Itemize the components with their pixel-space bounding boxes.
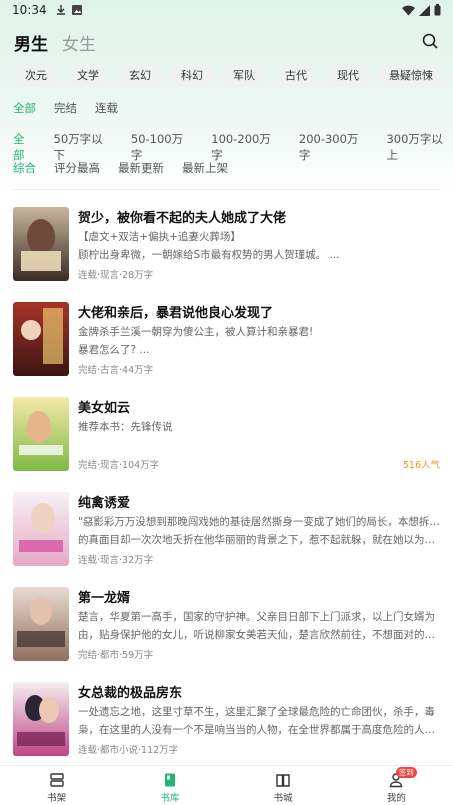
filter-status-all[interactable]: 全部 <box>13 100 36 116</box>
category-chip[interactable]: 玄幻 <box>117 63 163 87</box>
book-desc-line: 顾柠出身卑微，一朝嫁给S市最有权势的男人贺瑾城。 ... <box>78 249 340 261</box>
book-title: 第一龙婿 <box>78 591 131 606</box>
book-meta: 完结·古言·44万字 <box>78 365 154 376</box>
library-icon <box>164 773 175 787</box>
download-icon <box>56 5 65 15</box>
divider <box>13 189 440 190</box>
category-chip[interactable]: 悬疑惊悚 <box>377 63 445 87</box>
category-chip[interactable]: 古代 <box>273 63 319 87</box>
nav-library[interactable]: 书库 <box>113 766 226 805</box>
status-time: 10:34 <box>12 3 47 17</box>
category-chip[interactable]: 军队 <box>221 63 267 87</box>
status-right <box>402 4 441 16</box>
book-desc-line: 楚言，华夏第一高手，国家的守护神。父亲目日部下上门派求，以上门女婿为 <box>78 611 435 623</box>
book-desc-line: 暴君怎么了? ... <box>78 344 150 356</box>
book-desc-line: 的真面目却一次次地夭折在他华丽丽的背景之下，惹不起就躲，就在她以为逃离... <box>78 534 440 546</box>
bookstore-icon <box>276 774 290 787</box>
tab-female[interactable]: 女生 <box>62 30 96 55</box>
nav-profile[interactable]: 我的 签到 <box>340 766 453 805</box>
filter-sort-row: 综合 评分最高 最新更新 最新上架 <box>13 160 228 176</box>
sort-top-rated[interactable]: 评分最高 <box>54 160 100 176</box>
book-cover <box>13 682 69 756</box>
filter-status-ongoing[interactable]: 连载 <box>95 100 118 116</box>
sort-new-release[interactable]: 最新上架 <box>182 160 228 176</box>
filter-status-row: 全部 完结 连载 <box>13 100 118 116</box>
sort-latest-update[interactable]: 最新更新 <box>118 160 164 176</box>
book-meta: 连载·都市小说·112万字 <box>78 745 179 756</box>
book-item[interactable]: 美女如云 推荐本书：先锋传说 完结·现言·104万字 516人气 <box>13 397 440 475</box>
checkin-badge: 签到 <box>395 767 417 778</box>
book-desc-line: "惡影彩万万没想到那晚闯戏她的基徒居然撕身一变成了她们的局长，本想拆穿他 <box>78 516 440 528</box>
book-desc-line: 枭，在这里的人没有一个不是响当当的人物，在全世界都属于高度危险的人物! ... <box>78 724 440 736</box>
book-desc-line: 【虐文+双洁+偏执+追妻火葬场】 <box>78 231 241 243</box>
book-cover <box>13 397 69 471</box>
book-description: 一处遗忘之地，这里寸草不生，这里汇聚了全球最危险的亡命团伙，杀手，毒 枭，在这里… <box>78 703 440 739</box>
book-cover <box>13 587 69 661</box>
battery-icon <box>434 4 441 16</box>
filter-length-row: 全部 50万字以下 50-100万字 100-200万字 200-300万字 3… <box>13 131 453 163</box>
app-screen: 10:34 男生 女生 次元 文学 玄幻 科幻 军队 古代 现代 悬疑惊悚 都市… <box>0 0 453 805</box>
book-title: 贺少，被你看不起的夫人她成了大佬 <box>78 211 287 226</box>
category-chip[interactable]: 次元 <box>13 63 59 87</box>
popularity-badge: 516人气 <box>402 460 440 471</box>
book-description: 金牌杀手兰溪一朝穿为傻公主，被人算计和亲暴君! 暴君怎么了? ... <box>78 323 440 359</box>
nav-label: 书城 <box>273 793 293 804</box>
category-chip[interactable]: 文学 <box>65 63 111 87</box>
nav-label: 书架 <box>47 793 67 804</box>
book-meta: 完结·现言·104万字 <box>78 460 160 471</box>
book-meta: 连载·现言·28万字 <box>78 270 154 281</box>
category-chip[interactable]: 科幻 <box>169 63 215 87</box>
book-description: 【虐文+双洁+偏执+追妻火葬场】 顾柠出身卑微，一朝嫁给S市最有权势的男人贺瑾城… <box>78 228 440 264</box>
book-description: 楚言，华夏第一高手，国家的守护神。父亲目日部下上门派求，以上门女婿为 由，贴身保… <box>78 608 440 644</box>
filter-length-all[interactable]: 全部 <box>13 131 36 163</box>
book-title: 纯禽诱爱 <box>78 496 131 511</box>
category-chips: 次元 文学 玄幻 科幻 军队 古代 现代 悬疑惊悚 都市 ▼ <box>13 63 453 89</box>
media-icon <box>71 5 82 15</box>
wifi-icon <box>402 5 415 15</box>
status-bar: 10:34 <box>0 0 453 20</box>
book-item[interactable]: 大佬和亲后，暴君说他良心发现了 金牌杀手兰溪一朝穿为傻公主，被人算计和亲暴君! … <box>13 302 440 380</box>
nav-bookshelf[interactable]: 书架 <box>0 766 113 805</box>
book-cover <box>13 207 69 281</box>
bottom-nav: 书架 书库 书城 我的 签到 <box>0 765 453 805</box>
gender-tabs: 男生 女生 <box>14 30 96 55</box>
tab-male[interactable]: 男生 <box>14 30 48 55</box>
signal-icon <box>419 4 430 16</box>
book-item[interactable]: 女总裁的极品房东 一处遗忘之地，这里寸草不生，这里汇聚了全球最危险的亡命团伙，杀… <box>13 682 440 760</box>
book-desc-line: 一处遗忘之地，这里寸草不生，这里汇聚了全球最危险的亡命团伙，杀手，毒 <box>78 706 435 718</box>
book-title: 大佬和亲后，暴君说他良心发现了 <box>78 306 274 321</box>
book-description: 推荐本书：先锋传说 <box>78 418 440 436</box>
filter-length-option[interactable]: 50-100万字 <box>131 131 193 163</box>
book-meta: 完结·都市·59万字 <box>78 650 154 661</box>
book-title: 女总裁的极品房东 <box>78 686 183 701</box>
book-item[interactable]: 贺少，被你看不起的夫人她成了大佬 【虐文+双洁+偏执+追妻火葬场】 顾柠出身卑微… <box>13 207 440 285</box>
book-title: 美女如云 <box>78 401 131 416</box>
filter-length-option[interactable]: 200-300万字 <box>299 131 369 163</box>
filter-status-complete[interactable]: 完结 <box>54 100 77 116</box>
book-description: "惡影彩万万没想到那晚闯戏她的基徒居然撕身一变成了她们的局长，本想拆穿他 的真面… <box>78 513 440 549</box>
book-desc-line: 由，贴身保护他的女儿，听说柳家女美若天仙，楚言欣然前往，不想面对的却是... <box>78 629 440 641</box>
sort-comprehensive[interactable]: 综合 <box>13 160 36 176</box>
book-desc-line: 金牌杀手兰溪一朝穿为傻公主，被人算计和亲暴君! <box>78 326 314 338</box>
bookshelf-icon <box>49 773 64 787</box>
book-desc-line: 推荐本书：先锋传说 <box>78 421 173 433</box>
book-item[interactable]: 第一龙婿 楚言，华夏第一高手，国家的守护神。父亲目日部下上门派求，以上门女婿为 … <box>13 587 440 665</box>
book-cover <box>13 492 69 566</box>
filter-length-option[interactable]: 300万字以上 <box>386 131 453 163</box>
book-item[interactable]: 纯禽诱爱 "惡影彩万万没想到那晚闯戏她的基徒居然撕身一变成了她们的局长，本想拆穿… <box>13 492 440 570</box>
nav-label: 我的 <box>386 793 406 804</box>
filter-length-option[interactable]: 50万字以下 <box>54 131 113 163</box>
filter-length-option[interactable]: 100-200万字 <box>211 131 281 163</box>
nav-bookstore[interactable]: 书城 <box>227 766 340 805</box>
book-meta: 连载·现言·32万字 <box>78 555 154 566</box>
category-chip[interactable]: 现代 <box>325 63 371 87</box>
nav-label: 书库 <box>160 793 180 804</box>
search-icon[interactable] <box>421 32 439 50</box>
book-cover <box>13 302 69 376</box>
